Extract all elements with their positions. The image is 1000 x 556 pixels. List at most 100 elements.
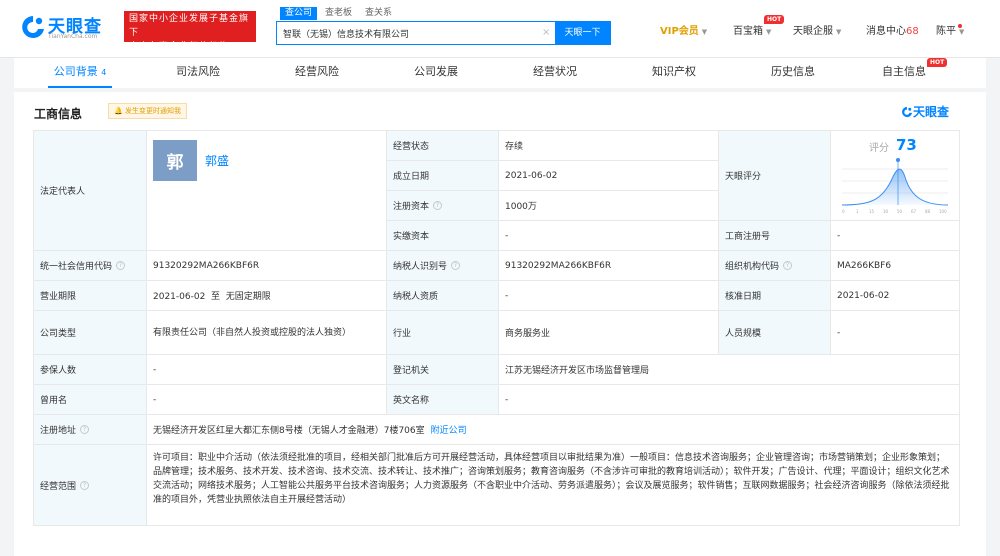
vip-label: VIP会员: [660, 26, 699, 37]
company-type-label: 公司类型: [34, 311, 147, 355]
nearby-companies-link[interactable]: 附近公司: [431, 423, 467, 436]
paid-capital-label: 实缴资本: [387, 221, 499, 251]
address-cell: 无锡经济开发区红星大都汇东侧8号楼（无锡人才金融港）7楼706室 附近公司: [147, 415, 959, 445]
approved-date-value: 2021-06-02: [831, 281, 959, 311]
staff-size-label: 人员规模: [719, 311, 831, 355]
search-type-tabs: 查公司 查老板 查关系: [280, 7, 400, 20]
chevron-down-icon: ▼: [836, 28, 842, 36]
paid-capital-value: -: [499, 221, 719, 251]
score-marker-dot: [896, 158, 900, 162]
org-code-label: 组织机构代码?: [719, 251, 831, 281]
tab-business-status[interactable]: 经营状况: [520, 58, 590, 88]
vip-menu[interactable]: VIP会员 ▼: [660, 25, 707, 39]
term-label: 营业期限: [34, 281, 147, 311]
taxpayer-id-label: 纳税人识别号?: [387, 251, 499, 281]
section-title: 工商信息: [34, 107, 83, 121]
tab-intellectual-property[interactable]: 知识产权: [639, 58, 709, 88]
brand-name: 天眼查: [913, 105, 950, 119]
baibaoxiang-menu[interactable]: 百宝箱 ▼: [733, 25, 771, 39]
avatar[interactable]: 郭: [153, 140, 197, 181]
search-button[interactable]: 天眼一下: [555, 22, 610, 44]
reg-capital-label: 注册资本?: [387, 191, 499, 221]
qifu-label: 天眼企服: [793, 26, 833, 37]
scope-label: 经营范围?: [34, 445, 147, 525]
tab-company-development[interactable]: 公司发展: [401, 58, 471, 88]
help-icon[interactable]: ?: [116, 261, 126, 270]
logo-icon: [22, 16, 44, 38]
score-axis-tick: 15: [869, 209, 875, 214]
help-icon[interactable]: ?: [451, 261, 461, 270]
clear-icon[interactable]: ×: [542, 27, 550, 39]
logo[interactable]: 天眼查 TianYanCha.com: [20, 12, 116, 44]
tab-hot-badge: HOT: [927, 58, 948, 67]
promo-banner[interactable]: 国家中小企业发展子基金旗下 官方备案企业征信机构: [124, 11, 256, 52]
established-label: 成立日期: [387, 161, 499, 191]
legal-rep-name[interactable]: 郭盛: [205, 152, 229, 169]
tab-operational-risk[interactable]: 经营风险: [282, 58, 352, 88]
message-center-label: 消息中心: [866, 26, 906, 37]
score-title: 评分: [869, 143, 889, 154]
tab-legal-risk[interactable]: 司法风险: [163, 58, 233, 88]
change-notify-button[interactable]: 🔔 发生变更时通知我: [108, 103, 187, 119]
bell-icon: 🔔: [114, 107, 123, 115]
score-axis-tick: 1: [856, 209, 859, 214]
business-info-card: 工商信息 🔔 发生变更时通知我 天眼查 法定代表人 郭 郭盛 经营状态 存续 成…: [14, 92, 986, 556]
change-notify-label: 发生变更时通知我: [124, 107, 181, 115]
brand-logo: 天眼查: [901, 103, 949, 120]
chevron-down-icon: ▼: [959, 28, 965, 36]
org-code-value: MA266KBF6: [831, 251, 959, 281]
insured-label: 参保人数: [34, 355, 147, 385]
help-icon[interactable]: ?: [433, 201, 443, 210]
score-axis-tick: 50: [897, 209, 903, 214]
promo-line-2: 官方备案企业征信机构: [129, 42, 230, 52]
biz-reg-no-label: 工商注册号: [719, 221, 831, 251]
credit-code-label: 统一社会信用代码?: [34, 251, 147, 281]
hot-badge: HOT: [764, 15, 785, 24]
search-input[interactable]: [277, 22, 542, 44]
credit-code-label-text: 统一社会信用代码: [40, 262, 113, 272]
help-icon[interactable]: ?: [783, 261, 793, 270]
staff-size-value: -: [831, 311, 959, 355]
reg-capital-value: 1000万: [499, 191, 719, 221]
chevron-down-icon: ▼: [766, 28, 772, 36]
registry-label: 登记机关: [387, 355, 499, 385]
search-tab-boss[interactable]: 查老板: [320, 7, 357, 20]
address-label: 注册地址?: [34, 415, 147, 445]
tab-label: 公司背景: [53, 65, 98, 78]
search-box: × 天眼一下: [276, 21, 611, 45]
address-label-text: 注册地址: [40, 426, 77, 436]
registry-value: 江苏无锡经济开发区市场监督管理局: [499, 355, 959, 385]
message-count: 68: [906, 26, 919, 37]
notification-dot: [958, 24, 962, 28]
help-icon[interactable]: ?: [80, 480, 90, 490]
promo-line-1: 国家中小企业发展子基金旗下: [129, 14, 250, 38]
help-icon[interactable]: ?: [80, 425, 90, 434]
status-label: 经营状态: [387, 131, 499, 161]
top-header: 天眼查 TianYanCha.com 国家中小企业发展子基金旗下 官方备案企业征…: [0, 0, 1000, 58]
tab-company-background[interactable]: 公司背景 4: [48, 58, 112, 88]
score-axis-tick: 88: [925, 209, 931, 214]
qifu-menu[interactable]: 天眼企服 ▼: [793, 25, 841, 39]
tab-count: 4: [101, 68, 107, 77]
status-value: 存续: [499, 131, 719, 161]
taxpayer-id-value: 91320292MA266KBF6R: [499, 251, 719, 281]
tab-history[interactable]: 历史信息: [758, 58, 828, 88]
former-name-value: -: [147, 385, 387, 415]
logo-icon: [902, 106, 913, 118]
search-tab-relation[interactable]: 查关系: [360, 7, 397, 20]
bell-curve-area: [842, 169, 948, 205]
search-tab-company[interactable]: 查公司: [280, 7, 318, 20]
insured-value: -: [147, 355, 387, 385]
score-axis-tick: 30: [883, 209, 889, 214]
chevron-down-icon: ▼: [701, 28, 708, 36]
established-value: 2021-06-02: [499, 161, 719, 191]
legal-rep-label: 法定代表人: [34, 131, 147, 251]
reg-capital-label-text: 注册资本: [393, 202, 430, 212]
english-name-value: -: [499, 385, 959, 415]
credit-code-value: 91320292MA266KBF6R: [147, 251, 387, 281]
industry-label: 行业: [387, 311, 499, 355]
message-center[interactable]: 消息中心68: [866, 25, 919, 39]
company-type-value: 有限责任公司（非自然人投资或控股的法人独资）: [147, 311, 387, 355]
approved-date-label: 核准日期: [719, 281, 831, 311]
company-tabs: 公司背景 4 司法风险 经营风险 公司发展 经营状况 知识产权 历史信息 自主信…: [14, 58, 986, 88]
